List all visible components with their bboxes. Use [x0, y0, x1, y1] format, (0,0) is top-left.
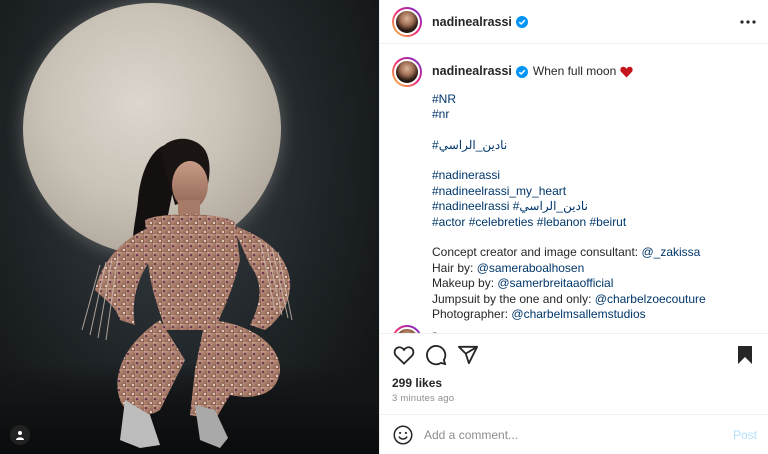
caption-line-text: Photographer: — [432, 307, 512, 321]
hashtag-link[interactable]: #actor — [432, 215, 465, 229]
caption-line: #nadineelrassi #نادين_الراسي — [432, 199, 752, 215]
hashtag-link[interactable]: #nr — [432, 107, 449, 121]
caption-line: #actor #celebreties #lebanon #beirut — [432, 215, 752, 231]
comment-avatar[interactable] — [392, 325, 422, 333]
action-bar — [380, 333, 768, 375]
mention-link[interactable]: @samerbreitaaofficial — [497, 276, 613, 290]
caption-line-text: Concept creator and image consultant: — [432, 245, 642, 259]
post-panel: nadinealrassi nadinealrassi When full mo… — [379, 0, 768, 454]
verified-badge-icon — [515, 15, 528, 28]
woman-figure — [81, 138, 293, 448]
post-header: nadinealrassi — [380, 0, 768, 44]
hashtag-link[interactable]: #celebreties — [469, 215, 534, 229]
verified-badge-icon — [515, 65, 528, 78]
caption-line: #nr — [432, 107, 752, 123]
caption-line: #nadineelrassi_my_heart — [432, 184, 752, 200]
mention-link[interactable]: @sameraboalhosen — [477, 261, 585, 275]
hashtag-link[interactable]: #نادين_الراسي — [432, 138, 507, 152]
caption-line: #نادين_الراسي — [432, 138, 752, 154]
bookmark-icon[interactable] — [733, 343, 757, 367]
comment-input[interactable] — [424, 427, 725, 442]
caption-username[interactable]: nadinealrassi — [432, 64, 512, 80]
caption-line: Photographer: @charbelmsallemstudios — [432, 307, 752, 323]
hashtag-link[interactable]: #nadineelrassi_my_heart — [432, 184, 566, 198]
hashtag-link[interactable]: #نادين_الراسي — [513, 199, 588, 213]
caption-line: Concept creator and image consultant: @_… — [432, 245, 752, 261]
caption: nadinealrassi When full moon #NR #nr #نادي… — [392, 57, 757, 333]
hashtag-link[interactable]: #beirut — [590, 215, 627, 229]
caption-line: Hair by: @sameraboalhosen — [432, 261, 752, 277]
comment-icon[interactable] — [424, 343, 448, 367]
caption-line: Makeup by: @samerbreitaaofficial — [432, 276, 752, 292]
hashtag-link[interactable]: #nadinerassi — [432, 168, 500, 182]
caption-line-text: Jumpsuit by the one and only: — [432, 291, 595, 306]
heart-icon[interactable] — [392, 343, 416, 367]
caption-line: #nadinerassi — [432, 168, 752, 184]
more-options-icon[interactable] — [740, 19, 756, 24]
header-username[interactable]: nadinealrassi — [432, 15, 512, 29]
caption-line-text: Makeup by: — [432, 276, 498, 290]
share-icon[interactable] — [456, 343, 480, 367]
caption-line: #NR — [432, 92, 752, 108]
caption-text: When full moon — [532, 64, 617, 78]
hashtag-link[interactable]: #NR — [432, 92, 456, 106]
hashtag-link[interactable]: #nadineelrassi — [432, 199, 509, 213]
post-photo[interactable] — [0, 0, 379, 454]
post-time: 3 minutes ago — [392, 393, 455, 404]
add-comment-bar: Post — [380, 414, 768, 454]
caption-line-text: Hair by: — [432, 260, 477, 275]
mention-link[interactable]: @charbelzoecouture — [595, 292, 706, 306]
next-comment-preview — [392, 325, 422, 333]
comments-area[interactable]: nadinealrassi When full moon #NR #nr #نادي… — [380, 45, 768, 333]
caption-avatar[interactable] — [392, 57, 422, 87]
hashtag-link[interactable]: #lebanon — [537, 215, 586, 229]
mention-link[interactable]: @_zakissa — [641, 245, 700, 259]
likes-count[interactable]: 299 likes — [392, 376, 442, 390]
user-tag-icon[interactable] — [10, 425, 30, 445]
caption-lines: #NR #nr #نادين_الراسي #nadinerassi #nadineel… — [432, 92, 752, 323]
post-button[interactable]: Post — [733, 428, 757, 442]
caption-line: Jumpsuit by the one and only: @charbelzo… — [432, 292, 752, 308]
mention-link[interactable]: @charbelmsallemstudios — [511, 307, 645, 321]
red-heart-emoji-icon — [620, 66, 633, 78]
avatar[interactable] — [392, 6, 422, 37]
emoji-icon[interactable] — [392, 424, 414, 446]
